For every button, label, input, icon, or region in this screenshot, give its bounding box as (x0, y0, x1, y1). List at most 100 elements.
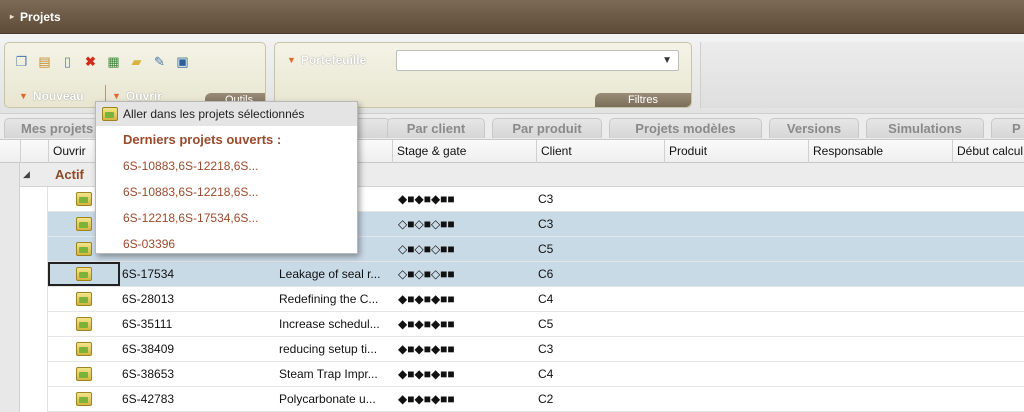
project-id-cell: 6S-35111 (122, 317, 173, 331)
table-row[interactable]: 6S-38653 Steam Trap Impr... ◆■◆■◆■■ C4 (48, 362, 1024, 387)
client-cell: C3 (538, 217, 554, 231)
folder-open-icon[interactable] (76, 192, 92, 206)
chevron-down-icon[interactable]: ▼ (662, 55, 672, 66)
project-title-cell: Polycarbonate u... (279, 392, 376, 406)
table-row[interactable]: 6S-42783 Polycarbonate u... ◆■◆■◆■■ C2 (48, 387, 1024, 412)
tab-par-produit[interactable]: Par produit (492, 118, 602, 138)
project-id-cell: 6S-28013 (122, 292, 175, 306)
delete-icon[interactable]: ✖ (81, 52, 100, 71)
open-project-cell[interactable] (48, 312, 120, 336)
tab-projets-modeles[interactable]: Projets modèles (609, 118, 762, 138)
project-title-cell: Leakage of seal r... (279, 267, 381, 281)
column-header-responsable[interactable]: Responsable (808, 140, 952, 163)
client-cell: C3 (538, 342, 554, 356)
portefeuille-select[interactable]: ▼ (396, 50, 679, 71)
menu-item-recent-3[interactable]: 6S-12218,6S-17534,6S... (123, 211, 258, 225)
folder-open-icon[interactable] (76, 392, 92, 406)
edit-icon[interactable]: ✎ (150, 52, 169, 71)
stage-gate-cell: ◆■◆■◆■■ (398, 367, 455, 381)
stage-gate-cell: ◇■◇■◇■■ (398, 242, 455, 256)
open-project-cell[interactable] (48, 337, 120, 361)
column-header-gutter (0, 140, 20, 163)
table-row[interactable]: 6S-38409 reducing setup ti... ◆■◆■◆■■ C3 (48, 337, 1024, 362)
folder-open-icon[interactable] (76, 267, 92, 281)
menu-item-recent-2[interactable]: 6S-10883,6S-12218,6S... (123, 185, 258, 199)
column-header-stage-gate[interactable]: Stage & gate (392, 140, 536, 163)
project-id-cell: 6S-38409 (122, 342, 175, 356)
tab-simulations[interactable]: Simulations (866, 118, 984, 138)
client-cell: C3 (538, 192, 554, 206)
table-row[interactable]: 6S-28013 Redefining the C... ◆■◆■◆■■ C4 (48, 287, 1024, 312)
window-title: Projets (20, 9, 61, 24)
stage-gate-cell: ◇■◇■◇■■ (398, 217, 455, 231)
recent-projects-heading: Derniers projets ouverts : (123, 132, 282, 147)
folder-open-icon[interactable] (76, 217, 92, 231)
menu-item-recent-4[interactable]: 6S-03396 (123, 237, 175, 251)
caret-right-icon[interactable]: ▸ (10, 12, 14, 21)
menu-item-open-selected[interactable]: Aller dans les projets sélectionnés (96, 102, 357, 126)
grid-add-icon[interactable]: ▦ (104, 52, 123, 71)
table-row[interactable]: 6S-17534 Leakage of seal r... ◇■◇■◇■■ C6 (48, 262, 1024, 287)
portefeuille-label: Portefeuille (300, 53, 367, 67)
column-header-produit[interactable]: Produit (664, 140, 808, 163)
project-id-cell: 6S-38653 (122, 367, 175, 381)
open-project-cell[interactable] (48, 262, 120, 286)
folder-open-icon[interactable] (76, 367, 92, 381)
open-project-cell[interactable] (48, 387, 120, 411)
folder-open-icon[interactable] (76, 292, 92, 306)
client-cell: C6 (538, 267, 554, 281)
save-icon[interactable]: ▣ (173, 52, 192, 71)
paste-icon[interactable]: ▤ (35, 52, 54, 71)
stage-gate-cell: ◇■◇■◇■■ (398, 267, 455, 281)
folder-icon[interactable]: ▰ (127, 52, 146, 71)
project-title-cell: Steam Trap Impr... (279, 367, 378, 381)
window-titlebar: ▸ Projets (0, 0, 1024, 34)
group-name: Actif (55, 167, 84, 182)
project-id-cell: 6S-17534 (122, 267, 175, 281)
column-header-client[interactable]: Client (536, 140, 664, 163)
tools-panel: ❐ ▤ ▯ ✖ ▦ ▰ ✎ ▣ ▼ Nouveau ▼ Ouvrir Outil… (4, 42, 266, 108)
document-icon[interactable]: ▯ (58, 52, 77, 71)
open-project-cell[interactable] (48, 287, 120, 311)
folder-open-icon[interactable] (76, 242, 92, 256)
dropdown-arrow-icon: ▼ (112, 91, 121, 101)
ouvrir-dropdown-menu: Aller dans les projets sélectionnés Dern… (95, 101, 358, 254)
row-gutter (0, 163, 20, 412)
tab-mes-projets[interactable]: Mes projets (4, 118, 100, 138)
tool-icons: ❐ ▤ ▯ ✖ ▦ ▰ ✎ ▣ (12, 52, 192, 71)
column-header-blank (20, 140, 48, 163)
dropdown-arrow-icon: ▼ (19, 91, 28, 101)
filters-panel-label: Filtres (595, 93, 691, 107)
column-header-debut-calcul[interactable]: Début calcul (952, 140, 1024, 163)
tab-partial[interactable]: P (991, 118, 1024, 138)
project-title-cell: Redefining the C... (279, 292, 379, 306)
client-cell: C5 (538, 317, 554, 331)
folder-open-icon (102, 107, 118, 121)
table-row[interactable]: 6S-35111 Increase schedul... ◆■◆■◆■■ C5 (48, 312, 1024, 337)
folder-open-icon[interactable] (76, 342, 92, 356)
filters-panel: ▼ Portefeuille ▼ Filtres (274, 42, 692, 108)
project-title-cell: reducing setup ti... (279, 342, 378, 356)
open-project-cell[interactable] (48, 362, 120, 386)
portefeuille-filter-button[interactable]: ▼ Portefeuille (287, 53, 366, 67)
tab-par-client[interactable]: Par client (387, 118, 485, 138)
toolbar-empty-area (700, 42, 1024, 108)
client-cell: C2 (538, 392, 554, 406)
stage-gate-cell: ◆■◆■◆■■ (398, 192, 455, 206)
project-title-cell: Increase schedul... (279, 317, 380, 331)
client-cell: C4 (538, 292, 554, 306)
tab-versions[interactable]: Versions (769, 118, 859, 138)
row-selector-column (20, 187, 48, 412)
stage-gate-cell: ◆■◆■◆■■ (398, 317, 455, 331)
client-cell: C5 (538, 242, 554, 256)
client-cell: C4 (538, 367, 554, 381)
dropdown-arrow-icon: ▼ (287, 55, 296, 65)
copy-icon[interactable]: ❐ (12, 52, 31, 71)
collapse-triangle-icon[interactable]: ◢ (23, 169, 30, 180)
stage-gate-cell: ◆■◆■◆■■ (398, 392, 455, 406)
folder-open-icon[interactable] (76, 317, 92, 331)
project-id-cell: 6S-42783 (122, 392, 175, 406)
nouveau-button[interactable]: ▼ Nouveau (19, 89, 84, 103)
menu-item-recent-1[interactable]: 6S-10883,6S-12218,6S... (123, 159, 258, 173)
menu-item-open-selected-label: Aller dans les projets sélectionnés (123, 107, 305, 121)
